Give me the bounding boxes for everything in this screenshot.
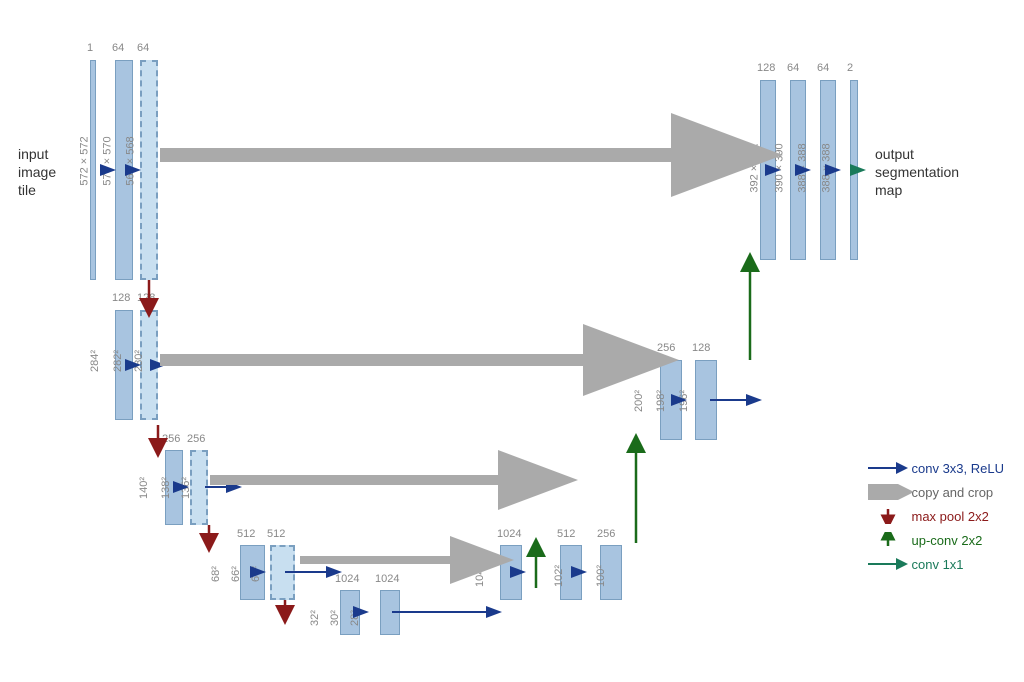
label-140: 140²: [138, 477, 150, 499]
fmap-d3-128: [695, 360, 717, 440]
label-66: 66²: [230, 566, 242, 582]
label-102: 102²: [553, 565, 565, 587]
legend-conv: conv 3x3, ReLU: [868, 460, 1005, 476]
legend-conv1x1: conv 1x1: [868, 556, 1005, 572]
label-128b: 128: [137, 292, 155, 304]
label-d4-256: 256: [597, 528, 615, 540]
legend-upconv-arrow: [868, 532, 912, 548]
fmap-l3-256b: [190, 450, 208, 525]
output-label: outputsegmentationmap: [875, 145, 959, 200]
legend-copy: copy and crop: [868, 484, 1005, 500]
label-top-2: 2: [847, 62, 853, 74]
label-256b: 256: [187, 433, 205, 445]
fmap-d4-1024: [500, 545, 522, 600]
label-136: 136²: [180, 477, 192, 499]
label-top-128: 128: [757, 62, 775, 74]
label-570x570: 570 × 570: [102, 136, 114, 185]
label-198: 198²: [655, 390, 667, 412]
legend-conv-arrow: [868, 460, 912, 476]
label-d3-256: 256: [657, 342, 675, 354]
label-64enc: 64²: [250, 566, 262, 582]
label-28: 28²: [349, 610, 361, 626]
label-388a: 388 × 388: [797, 143, 809, 192]
label-568x568: 568 × 568: [125, 136, 137, 185]
label-68: 68²: [210, 566, 222, 582]
label-196: 196²: [678, 390, 690, 412]
label-1: 1: [87, 42, 93, 54]
legend-conv-label: conv 3x3, ReLU: [912, 461, 1005, 476]
legend-upconv-label: up-conv 2x2: [912, 533, 983, 548]
label-32: 32²: [309, 610, 321, 626]
label-30: 30²: [329, 610, 341, 626]
label-392: 392 × 392: [749, 143, 761, 192]
label-282: 282²: [112, 350, 124, 372]
legend-maxpool-label: max pool 2x2: [912, 509, 989, 524]
label-top-64b: 64: [817, 62, 829, 74]
label-top-64a: 64: [787, 62, 799, 74]
fmap-d2-2: [850, 80, 858, 260]
legend-maxpool: max pool 2x2: [868, 508, 1005, 524]
label-512b: 512: [267, 528, 285, 540]
fmap-l4-512b: [270, 545, 295, 600]
label-1024a: 1024: [335, 573, 359, 585]
label-388b: 388 × 388: [821, 143, 833, 192]
label-64a: 64: [112, 42, 124, 54]
legend-conv1x1-label: conv 1x1: [912, 557, 964, 572]
fmap-l1-64b: [140, 60, 158, 280]
legend-conv1x1-arrow: [868, 556, 912, 572]
label-d4-1024: 1024: [497, 528, 521, 540]
legend-upconv: up-conv 2x2: [868, 532, 1005, 548]
label-64b: 64: [137, 42, 149, 54]
input-label: inputimagetile: [18, 145, 56, 200]
label-284: 284²: [89, 350, 101, 372]
label-104: 104²: [474, 565, 486, 587]
label-280: 280²: [133, 350, 145, 372]
label-d4-512a: 512: [557, 528, 575, 540]
label-390: 390 × 390: [774, 143, 786, 192]
label-200: 200²: [633, 390, 645, 412]
label-572x572: 572 × 572: [79, 136, 91, 185]
label-1024b: 1024: [375, 573, 399, 585]
label-512a: 512: [237, 528, 255, 540]
fmap-l1-1: [90, 60, 96, 280]
label-256a: 256: [162, 433, 180, 445]
legend: conv 3x3, ReLU copy and crop: [868, 460, 1005, 580]
legend-copy-arrow: [868, 484, 912, 500]
legend-maxpool-arrow: [868, 508, 912, 524]
label-128a: 128: [112, 292, 130, 304]
label-100: 100²: [595, 565, 607, 587]
fmap-bn-1024b: [380, 590, 400, 635]
label-d3-128: 128: [692, 342, 710, 354]
legend-copy-label: copy and crop: [912, 485, 994, 500]
label-138: 138²: [160, 477, 172, 499]
